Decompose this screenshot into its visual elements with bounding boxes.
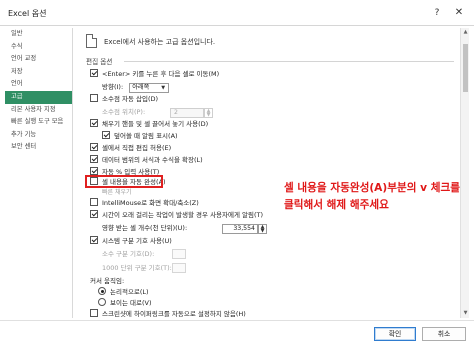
option-overwrite-alert[interactable]: 덮어쓸 때 알림 표시(A): [102, 131, 178, 142]
checkbox-auto-percent[interactable]: [90, 167, 98, 175]
cursor-movement-label-row: 커서 움직임:: [90, 276, 124, 287]
direction-label: 방향(I):: [102, 83, 124, 91]
decimal-separator-label: 소수 구분 기호(D):: [102, 250, 155, 258]
scroll-up-icon[interactable]: ▲: [461, 28, 470, 37]
dialog-footer: 확인 취소: [0, 320, 474, 347]
section-title: 편집 옵션: [86, 58, 117, 66]
cursor-movement-label: 커서 움직임:: [90, 277, 125, 285]
close-icon[interactable]: ✕: [452, 6, 466, 20]
sidebar: 일반 수식 언어 교정 저장 언어 고급 리본 사용자 지정 빠른 실행 도구 …: [5, 28, 73, 318]
label-intellimouse: IntelliMouse로 화면 확대/축소(Z): [102, 199, 199, 207]
sidebar-item-quick-access-toolbar[interactable]: 빠른 실행 도구 모음: [5, 116, 72, 129]
thousands-separator-input[interactable]: [172, 263, 186, 273]
decimal-separator-row: 소수 구분 기호(D):: [102, 249, 154, 260]
checkbox-slow-alert[interactable]: [90, 210, 98, 218]
chevron-down-icon: ▼: [161, 85, 166, 91]
sidebar-item-language[interactable]: 언어: [5, 78, 72, 91]
option-cursor-visual[interactable]: 보이는 대로(V): [98, 298, 152, 309]
checkbox-overwrite-alert[interactable]: [102, 131, 110, 139]
sidebar-item-save[interactable]: 저장: [5, 66, 72, 79]
option-system-separators[interactable]: 시스템 구분 기호 사용(U): [90, 236, 172, 247]
option-auto-decimal[interactable]: 소수점 자동 삽입(D): [90, 94, 158, 105]
checkbox-enter-move[interactable]: [90, 69, 98, 77]
checkbox-no-hyperlink-screenshot[interactable]: [90, 309, 98, 317]
help-icon[interactable]: ?: [430, 6, 444, 20]
option-fill-handle[interactable]: 채우기 핸들 및 셀 끌어서 놓기 사용(D): [90, 119, 208, 130]
checkbox-auto-decimal[interactable]: [90, 94, 98, 102]
sidebar-item-add-ins[interactable]: 추가 기능: [5, 129, 72, 142]
label-overwrite-alert: 덮어쓸 때 알림 표시(A): [114, 132, 178, 140]
cancel-button[interactable]: 취소: [422, 327, 466, 341]
instruction-annotation: 셀 내용을 자동완성(A)부분의 v 체크를 클릭해서 해제 해주세요: [284, 180, 460, 214]
radio-cursor-logical[interactable]: [98, 287, 106, 295]
option-extend-formats[interactable]: 데이터 범위의 서식과 수식을 확장(L): [90, 155, 203, 166]
decimal-places-spinner[interactable]: ▲ ▼: [204, 108, 213, 118]
window-title: Excel 옵션: [8, 9, 47, 18]
option-flash-fill[interactable]: 빠른 채우기: [102, 188, 132, 197]
checkbox-intellimouse[interactable]: [90, 198, 98, 206]
title-bar: Excel 옵션 ? ✕: [0, 0, 474, 26]
decimal-places-label: 소수점 위치(P):: [102, 108, 146, 116]
label-system-separators: 시스템 구분 기호 사용(U): [102, 237, 172, 245]
thousands-separator-row: 1000 단위 구분 기호(T):: [102, 263, 172, 274]
cells-affected-spinner[interactable]: ▲ ▼: [258, 224, 267, 234]
option-direct-edit[interactable]: 셀에서 직접 편집 허용(E): [90, 143, 171, 154]
document-icon: [86, 34, 97, 48]
cells-affected-input[interactable]: 33,554: [222, 224, 258, 234]
label-auto-decimal: 소수점 자동 삽입(D): [102, 95, 159, 103]
option-slow-alert[interactable]: 시간이 오래 걸리는 작업이 발생할 경우 사용자에게 알림(T): [90, 210, 263, 221]
decimal-separator-input[interactable]: [172, 249, 186, 259]
cells-affected-row: 영향 받는 셀 개수(천 단위)(U):: [102, 223, 187, 234]
radio-cursor-visual[interactable]: [98, 298, 106, 306]
decimal-places-row: 소수점 위치(P):: [102, 107, 145, 118]
label-flash-fill: 빠른 채우기: [102, 189, 132, 196]
annotation-line-1: 셀 내용을 자동완성(A)부분의 v 체크를: [284, 182, 460, 194]
sidebar-item-trust-center[interactable]: 보안 센터: [5, 141, 72, 154]
option-intellimouse[interactable]: IntelliMouse로 화면 확대/축소(Z): [90, 198, 199, 209]
label-fill-handle: 채우기 핸들 및 셀 끌어서 놓기 사용(D): [102, 120, 209, 128]
panel-header-text: Excel에서 사용하는 고급 옵션입니다.: [104, 38, 216, 46]
vertical-scrollbar[interactable]: ▲ ▼: [460, 28, 469, 318]
sidebar-item-advanced[interactable]: 고급: [5, 90, 72, 104]
section-heading-editing: 편집 옵션: [86, 56, 454, 66]
direction-value: 아래쪽: [132, 84, 150, 91]
label-no-hyperlink-screenshot: 스크린샷에 하이퍼링크를 자동으로 설정하지 않음(H): [102, 310, 246, 318]
label-cursor-logical: 논리적으로(L): [110, 288, 149, 296]
label-extend-formats: 데이터 범위의 서식과 수식을 확장(L): [102, 156, 203, 164]
scrollbar-thumb[interactable]: [463, 44, 468, 92]
ok-button[interactable]: 확인: [374, 327, 416, 341]
option-no-hyperlink-screenshot[interactable]: 스크린샷에 하이퍼링크를 자동으로 설정하지 않음(H): [90, 309, 246, 318]
annotation-line-2: 클릭해서 해제 해주세요: [284, 199, 389, 211]
scroll-down-icon[interactable]: ▼: [461, 309, 470, 318]
highlight-box: [85, 175, 163, 188]
label-slow-alert: 시간이 오래 걸리는 작업이 발생할 경우 사용자에게 알림(T): [102, 211, 264, 219]
direction-row: 방향(I): 아래쪽 ▼: [102, 82, 170, 93]
sidebar-item-proofing[interactable]: 언어 교정: [5, 53, 72, 66]
direction-select[interactable]: 아래쪽 ▼: [129, 83, 170, 93]
checkbox-direct-edit[interactable]: [90, 143, 98, 151]
checkbox-extend-formats[interactable]: [90, 155, 98, 163]
option-enter-move[interactable]: <Enter> 키를 누른 후 다음 셀로 이동(M): [90, 69, 219, 80]
label-direct-edit: 셀에서 직접 편집 허용(E): [102, 144, 172, 152]
label-enter-move: <Enter> 키를 누른 후 다음 셀로 이동(M): [102, 70, 220, 78]
options-panel: Excel에서 사용하는 고급 옵션입니다. 편집 옵션 <Enter> 키를 …: [76, 28, 460, 318]
thousands-separator-label: 1000 단위 구분 기호(T):: [102, 264, 172, 272]
sidebar-item-general[interactable]: 일반: [5, 28, 72, 41]
option-cursor-logical[interactable]: 논리적으로(L): [98, 287, 149, 298]
checkbox-fill-handle[interactable]: [90, 119, 98, 127]
sidebar-item-customize-ribbon[interactable]: 리본 사용자 지정: [5, 104, 72, 117]
label-cursor-visual: 보이는 대로(V): [110, 299, 152, 307]
cells-affected-label: 영향 받는 셀 개수(천 단위)(U):: [102, 224, 188, 232]
decimal-places-input[interactable]: 2: [170, 108, 204, 118]
sidebar-item-formulas[interactable]: 수식: [5, 41, 72, 54]
checkbox-system-separators[interactable]: [90, 236, 98, 244]
